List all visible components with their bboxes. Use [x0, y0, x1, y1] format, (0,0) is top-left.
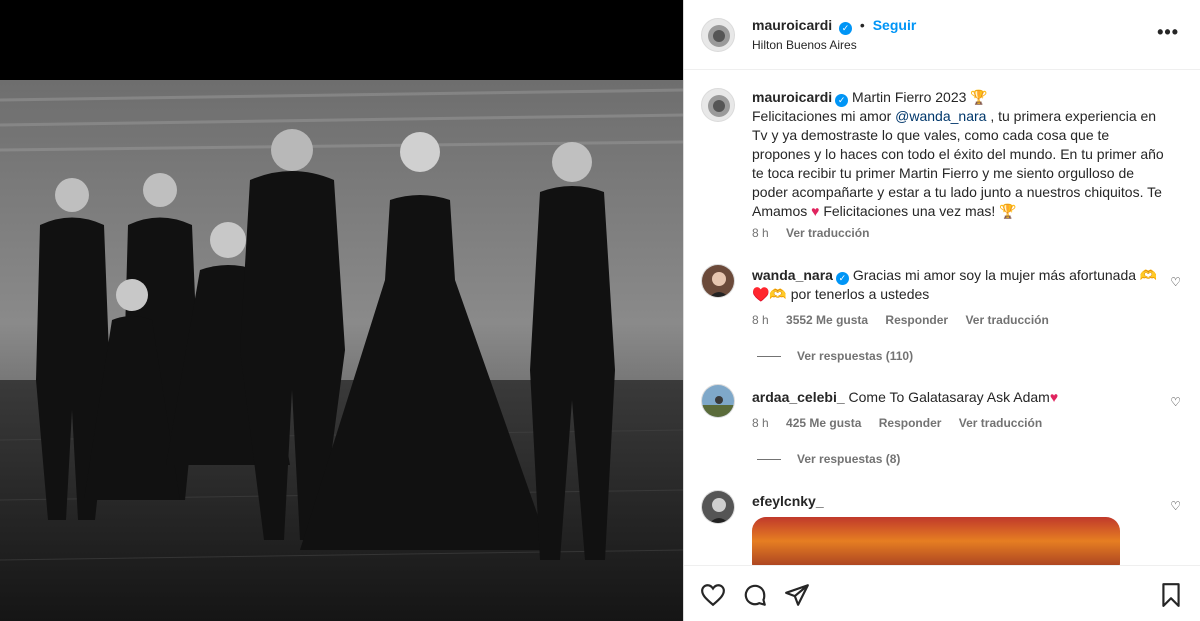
view-replies-label: Ver respuestas (8) [797, 452, 901, 466]
caption-meta: 8 h Ver traducción [752, 226, 883, 240]
comment-username[interactable]: ardaa_celebi_ [752, 389, 845, 405]
post-media [0, 0, 683, 621]
caption-time[interactable]: 8 h [752, 226, 769, 240]
caption-translate[interactable]: Ver traducción [786, 226, 869, 240]
avatar-image-icon [702, 265, 734, 297]
comment-image[interactable] [752, 517, 1120, 565]
comment-time[interactable]: 8 h [752, 416, 769, 430]
instagram-post-modal: mauroicardi ✓ • Seguir Hilton Buenos Air… [0, 0, 1200, 621]
comment-time[interactable]: 8 h [752, 313, 769, 327]
replies-line [757, 356, 781, 358]
red-heart-icon: ♥ [1049, 389, 1059, 405]
post-header: mauroicardi ✓ • Seguir Hilton Buenos Air… [684, 0, 1200, 70]
avatar-image-icon [702, 385, 734, 417]
post-actions-bar [684, 565, 1200, 621]
location-link[interactable]: Hilton Buenos Aires [752, 38, 857, 52]
reply-button[interactable]: Responder [879, 416, 942, 430]
comment-text: wanda_nara ✓ Gracias mi amor soy la mujer… [752, 266, 1167, 304]
more-horizontal-icon[interactable]: ••• [1157, 22, 1179, 43]
comment-likes[interactable]: 3552 Me gusta [786, 313, 868, 327]
comment-avatar[interactable] [701, 490, 735, 524]
avatar-image-icon [702, 491, 734, 523]
separator-dot: • [859, 17, 865, 33]
family-photo-image [0, 80, 683, 621]
follow-button[interactable]: Seguir [873, 17, 917, 33]
lion-avatar-icon [702, 19, 734, 51]
view-replies-button[interactable]: Ver respuestas (8) [757, 452, 900, 466]
trophy-icon: 🏆 [999, 203, 1017, 219]
comments-list: mauroicardi ✓ Martin Fierro 2023 🏆 Felici… [684, 71, 1200, 565]
caption-text: mauroicardi ✓ Martin Fierro 2023 🏆 Felici… [752, 88, 1167, 221]
verified-badge-icon: ✓ [839, 22, 853, 35]
trophy-icon: 🏆 [970, 89, 988, 105]
comment-text: ardaa_celebi_ Come To Galatasaray Ask Ad… [752, 388, 1167, 407]
comment-text: efeylcnky_ [752, 492, 1167, 511]
like-heart-icon[interactable] [700, 582, 726, 608]
comment-body: Come To Galatasaray Ask Adam [848, 389, 1050, 405]
post-photo[interactable] [0, 80, 683, 621]
reply-button[interactable]: Responder [885, 313, 948, 327]
translate-link[interactable]: Ver traducción [965, 313, 1048, 327]
comment-username[interactable]: wanda_nara [752, 267, 833, 283]
comment-meta: 8 h 3552 Me gusta Responder Ver traducci… [752, 313, 1063, 327]
header-username[interactable]: mauroicardi [752, 17, 832, 33]
view-replies-label: Ver respuestas (110) [797, 349, 914, 363]
like-comment-heart-icon[interactable]: ♡ [1170, 499, 1181, 513]
caption-avatar[interactable] [701, 88, 735, 122]
view-replies-button[interactable]: Ver respuestas (110) [757, 349, 913, 363]
lion-avatar-icon [702, 89, 734, 121]
comment-likes[interactable]: 425 Me gusta [786, 416, 861, 430]
caption-body-1: Felicitaciones mi amor [752, 108, 896, 124]
comment-username[interactable]: efeylcnky_ [752, 493, 824, 509]
header-user-row: mauroicardi ✓ • Seguir [752, 17, 916, 35]
save-bookmark-icon[interactable] [1158, 582, 1184, 608]
caption-username[interactable]: mauroicardi [752, 89, 832, 105]
share-send-icon[interactable] [784, 582, 810, 608]
translate-link[interactable]: Ver traducción [959, 416, 1042, 430]
comment-icon[interactable] [742, 582, 768, 608]
comment-avatar[interactable] [701, 384, 735, 418]
comment-meta: 8 h 425 Me gusta Responder Ver traducció… [752, 416, 1056, 430]
like-comment-heart-icon[interactable]: ♡ [1170, 275, 1181, 289]
verified-badge-icon: ✓ [835, 94, 849, 107]
caption-body-3: Felicitaciones una vez mas! [819, 203, 1000, 219]
like-comment-heart-icon[interactable]: ♡ [1170, 395, 1181, 409]
replies-line [757, 459, 781, 461]
verified-badge-icon: ✓ [835, 272, 849, 285]
comment-avatar[interactable] [701, 264, 735, 298]
mention-link[interactable]: @wanda_nara [895, 108, 986, 124]
post-sidebar: mauroicardi ✓ • Seguir Hilton Buenos Air… [683, 0, 1200, 621]
avatar[interactable] [701, 18, 735, 52]
caption-title: Martin Fierro 2023 [852, 89, 967, 105]
